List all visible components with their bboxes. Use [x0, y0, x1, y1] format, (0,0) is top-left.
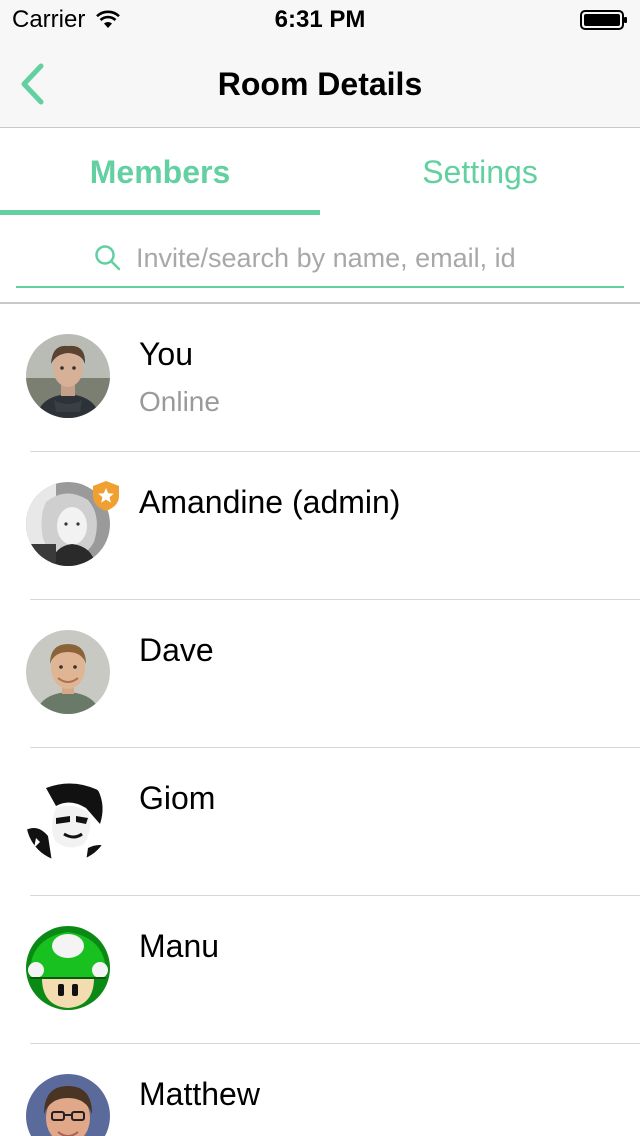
tab-bar: Members Settings — [0, 129, 640, 215]
member-row-manu[interactable]: Manu — [0, 896, 640, 1044]
member-name: You — [139, 336, 193, 372]
page-title: Room Details — [217, 66, 423, 102]
member-status: Online — [139, 386, 220, 417]
search-icon — [95, 245, 121, 271]
tab-settings[interactable]: Settings — [320, 129, 640, 215]
member-row-giom[interactable]: Giom — [0, 748, 640, 896]
member-name: Amandine (admin) — [139, 484, 401, 520]
avatar — [26, 778, 110, 862]
member-name: Manu — [139, 928, 220, 964]
member-name: Matthew — [139, 1076, 260, 1112]
member-row-amandine[interactable]: Amandine (admin) — [0, 452, 640, 600]
battery-icon — [580, 10, 627, 30]
member-row-you[interactable]: You Online — [0, 304, 640, 452]
search-bar — [16, 230, 624, 288]
avatar — [26, 926, 110, 1010]
avatar — [26, 334, 110, 418]
member-name: Dave — [139, 632, 214, 668]
navigation-bar: Room Details — [0, 40, 640, 128]
clock: 6:31 PM — [274, 6, 366, 33]
status-bar: Carrier 6:31 PM — [0, 0, 640, 40]
member-list: You Online Amandine (admin) Dave Giom Ma… — [0, 304, 640, 1136]
avatar — [26, 1074, 110, 1136]
member-row-matthew[interactable]: Matthew — [0, 1044, 640, 1136]
avatar — [26, 630, 110, 714]
tab-members[interactable]: Members — [0, 129, 320, 215]
member-name: Giom — [139, 780, 216, 816]
search-input[interactable] — [136, 242, 546, 274]
admin-badge-icon — [93, 481, 119, 511]
member-row-dave[interactable]: Dave — [0, 600, 640, 748]
